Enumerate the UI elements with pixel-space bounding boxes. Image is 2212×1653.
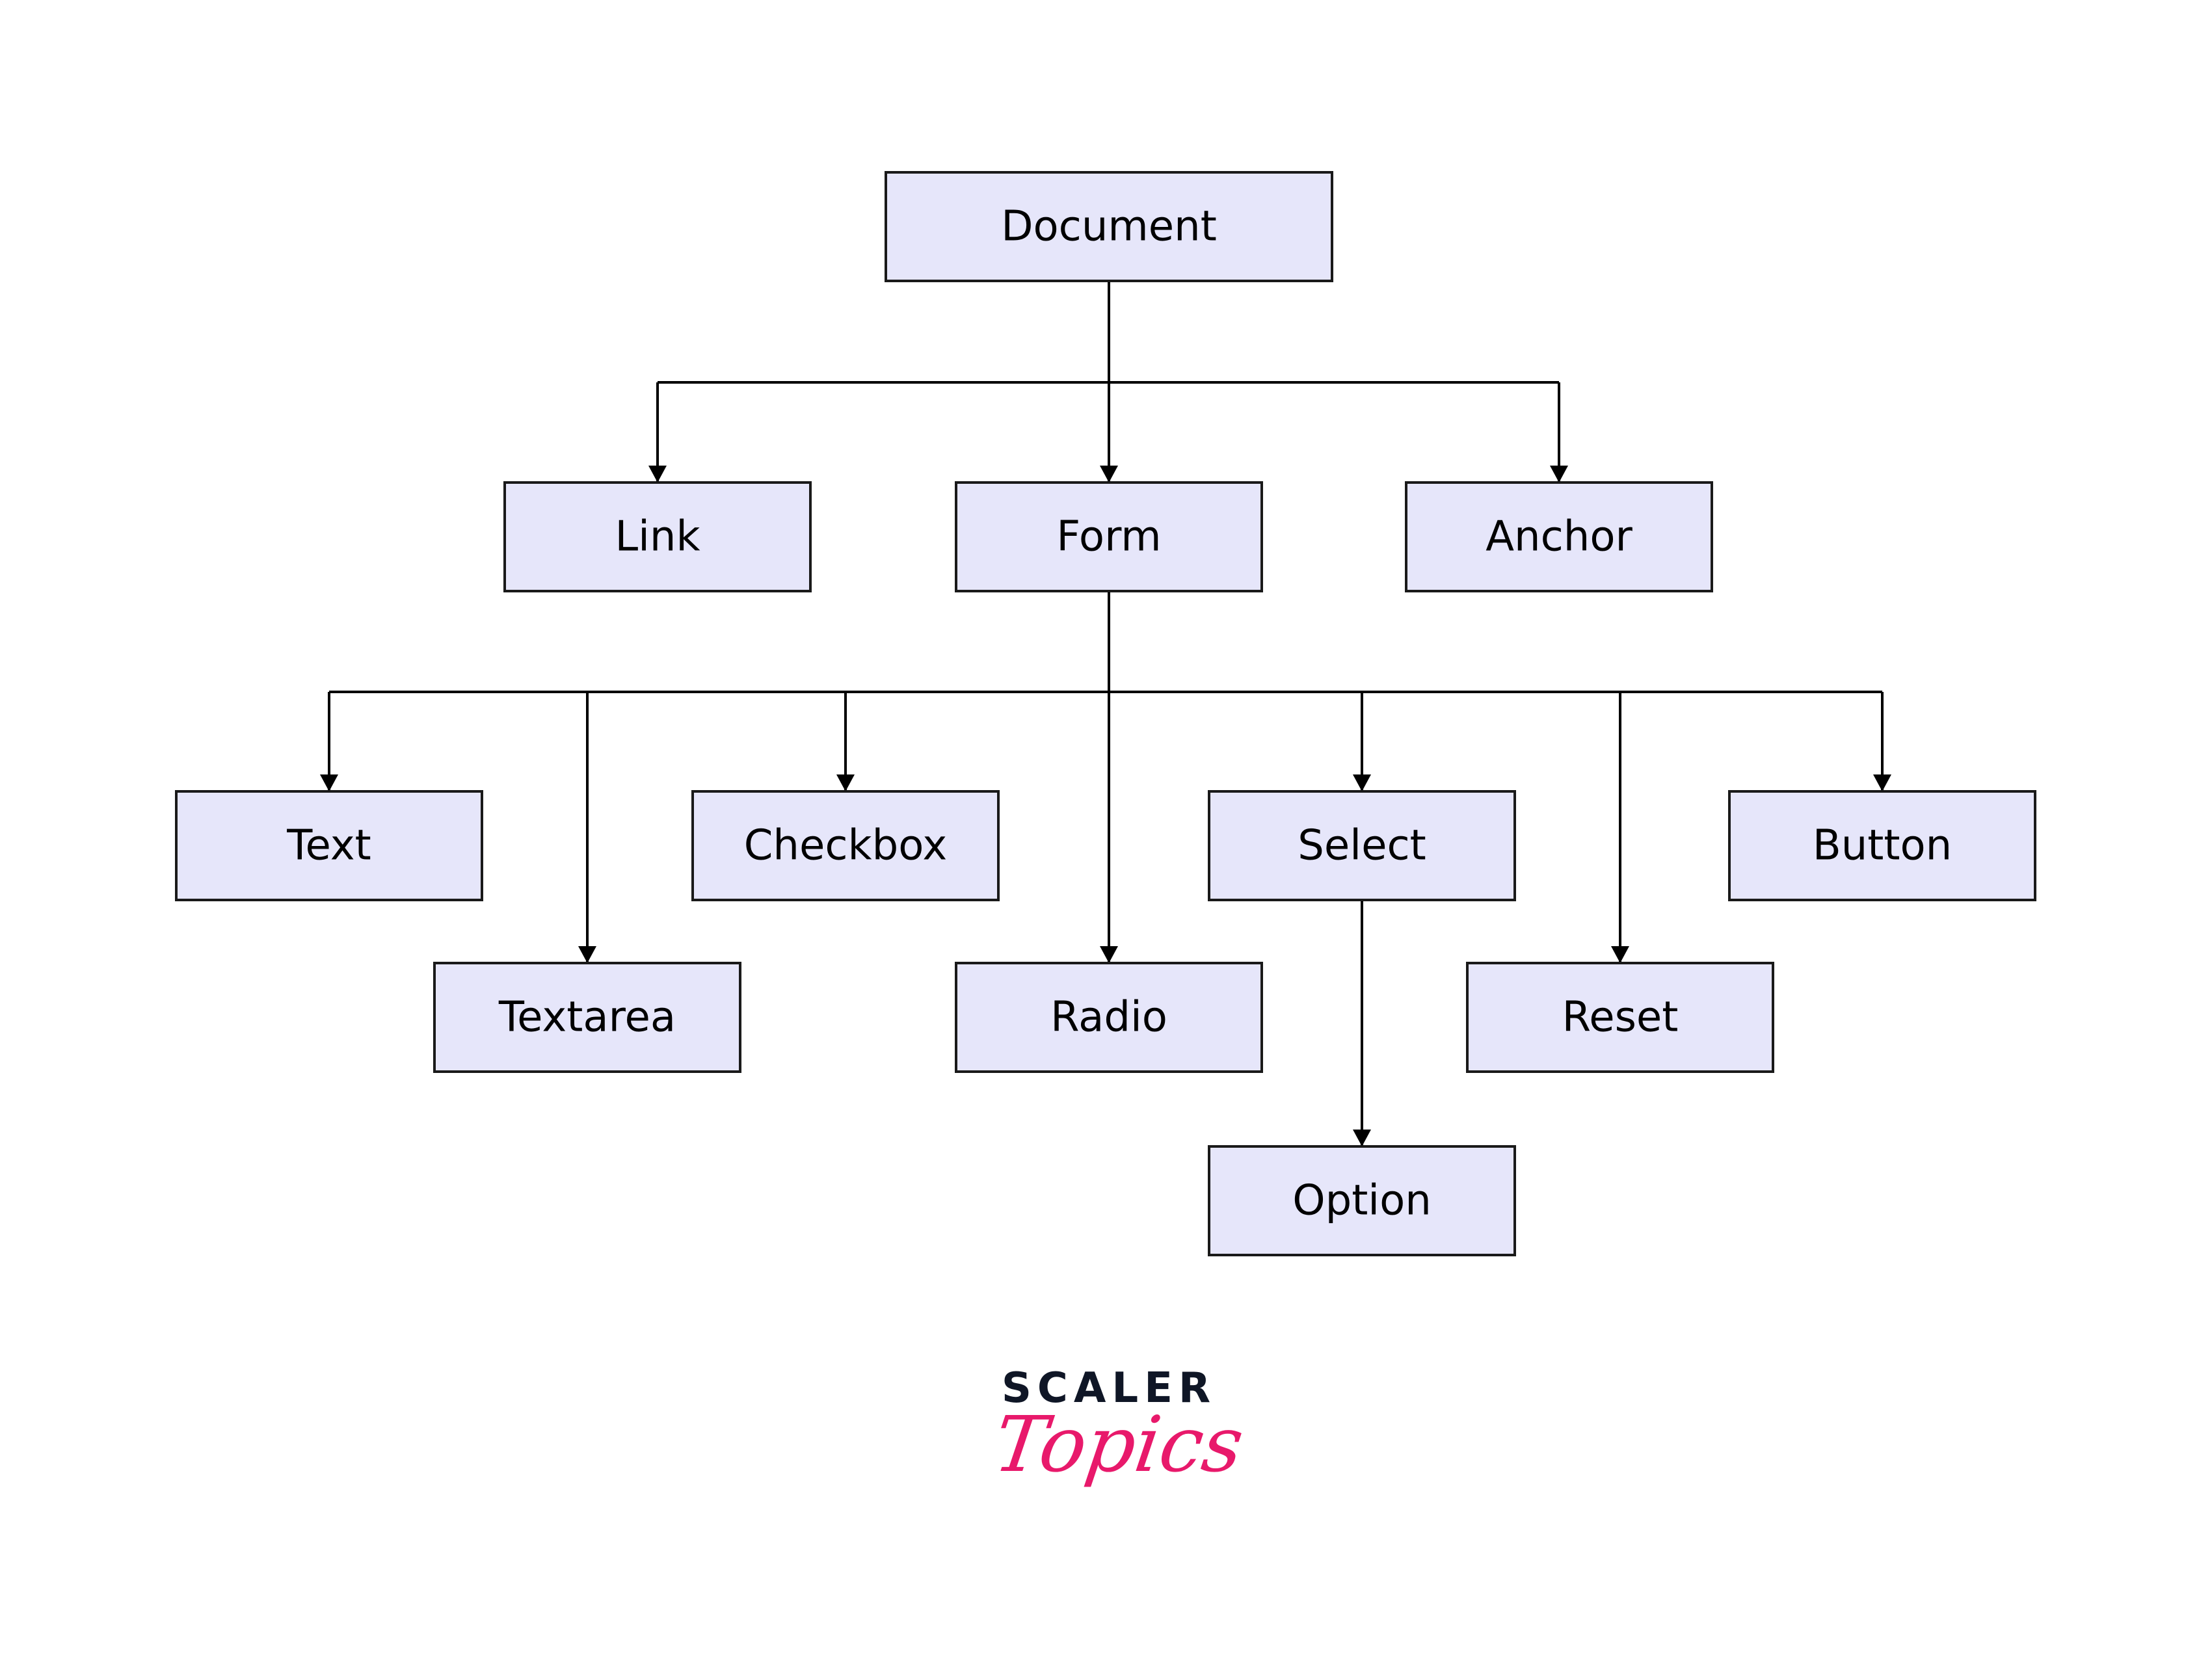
- node-label: Option: [1292, 1177, 1432, 1225]
- node-anchor: Anchor: [1405, 481, 1713, 592]
- arrowhead-link: [648, 466, 667, 483]
- arrowhead-textarea: [578, 946, 596, 963]
- node-radio: Radio: [955, 962, 1263, 1073]
- nodes-layer: Document Link Form Anchor Text Checkbox Select…: [175, 171, 2036, 1256]
- node-text: Text: [175, 790, 483, 901]
- logo-sub-text: Topics: [989, 1399, 1249, 1489]
- node-link: Link: [503, 481, 812, 592]
- arrowhead-anchor: [1550, 466, 1568, 483]
- node-label: Checkbox: [744, 822, 948, 870]
- node-option: Option: [1208, 1145, 1516, 1256]
- arrowhead-reset: [1611, 946, 1629, 963]
- node-select: Select: [1208, 790, 1516, 901]
- scaler-topics-logo: SCALER Topics: [989, 1366, 1249, 1489]
- node-label: Button: [1813, 822, 1952, 870]
- node-reset: Reset: [1466, 962, 1774, 1073]
- node-document: Document: [885, 171, 1333, 282]
- node-label: Form: [1056, 513, 1161, 561]
- node-label: Link: [615, 513, 700, 561]
- node-label: Select: [1298, 822, 1426, 870]
- node-label: Text: [286, 822, 371, 870]
- arrowhead-button: [1873, 774, 1891, 791]
- node-checkbox: Checkbox: [691, 790, 1000, 901]
- node-textarea: Textarea: [433, 962, 741, 1073]
- node-label: Radio: [1050, 994, 1167, 1042]
- arrowhead-checkbox: [836, 774, 855, 791]
- arrowhead-radio: [1100, 946, 1118, 963]
- node-label: Document: [1001, 203, 1217, 251]
- arrowhead-form: [1100, 466, 1118, 483]
- node-label: Reset: [1562, 994, 1679, 1042]
- node-button: Button: [1728, 790, 2036, 901]
- arrowhead-option: [1353, 1130, 1371, 1146]
- arrowhead-select: [1353, 774, 1371, 791]
- node-label: Anchor: [1486, 513, 1632, 561]
- node-form: Form: [955, 481, 1263, 592]
- node-label: Textarea: [498, 994, 676, 1042]
- arrowhead-text: [320, 774, 338, 791]
